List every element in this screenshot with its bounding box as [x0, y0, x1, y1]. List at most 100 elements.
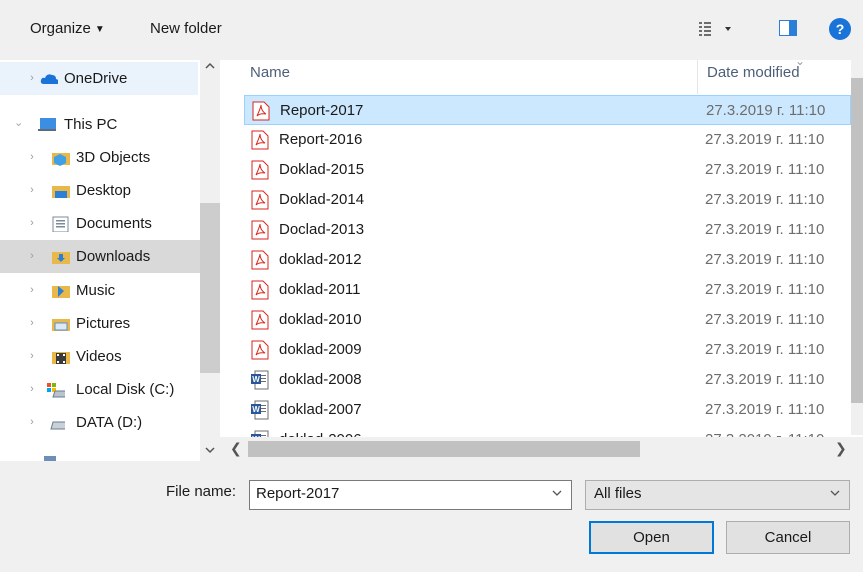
expand-chevron-icon[interactable]: › [26, 274, 38, 307]
cancel-button[interactable]: Cancel [726, 521, 850, 554]
file-name: Doklad-2015 [279, 161, 365, 178]
file-name: doklad-2012 [279, 251, 362, 268]
nav-scroll-thumb[interactable] [200, 203, 220, 373]
file-row[interactable]: doklad-2012 27.3.2019 г. 11:10 [244, 245, 851, 275]
file-row[interactable]: Report-2016 27.3.2019 г. 11:10 [244, 125, 851, 155]
file-date-modified: 27.3.2019 г. 11:10 [705, 221, 825, 238]
nav-item-documents[interactable]: › Documents [0, 207, 200, 240]
nav-item-label: DATA (D:) [76, 414, 143, 431]
svg-text:W: W [252, 375, 260, 384]
help-button[interactable]: ? [829, 18, 851, 40]
drive-icon [50, 421, 65, 430]
expand-chevron-icon[interactable]: › [26, 240, 38, 273]
nav-item-3d-objects[interactable]: › 3D Objects [0, 141, 200, 174]
sort-descending-chevron-icon: ⌄ [795, 60, 806, 68]
scroll-left-icon[interactable]: ❮ [230, 440, 242, 457]
file-row[interactable]: Wdoklad-2007 27.3.2019 г. 11:10 [244, 395, 851, 425]
nav-item-music[interactable]: › Music [0, 274, 200, 307]
nav-item-downloads[interactable]: › Downloads [0, 240, 200, 273]
file-date-modified: 27.3.2019 г. 11:10 [705, 311, 825, 328]
file-date-modified: 27.3.2019 г. 11:10 [705, 161, 825, 178]
scroll-down-icon[interactable] [204, 444, 216, 456]
column-header-date-modified[interactable]: Date modified [707, 60, 800, 95]
expand-chevron-icon[interactable]: › [26, 141, 38, 174]
file-type-filter-select[interactable]: All files [585, 480, 850, 510]
pdf-file-icon [251, 250, 269, 270]
chevron-down-icon[interactable] [551, 487, 563, 499]
scroll-right-icon[interactable]: ❯ [835, 440, 847, 457]
file-name-input[interactable] [256, 485, 546, 502]
file-date-modified: 27.3.2019 г. 11:10 [705, 401, 825, 418]
file-name: doklad-2009 [279, 341, 362, 358]
pdf-file-icon [252, 101, 270, 121]
file-name: doklad-2008 [279, 371, 362, 388]
nav-item-label: Downloads [76, 248, 151, 265]
file-row[interactable]: Report-2017 27.3.2019 г. 11:10 [244, 95, 851, 125]
nav-item-label: Pictures [76, 315, 131, 332]
collapse-chevron-icon[interactable]: › [2, 119, 35, 131]
videos-folder-icon [52, 352, 70, 364]
vertical-scroll-thumb[interactable] [851, 78, 863, 403]
expand-chevron-icon[interactable]: › [26, 307, 38, 340]
file-row[interactable]: doklad-2010 27.3.2019 г. 11:10 [244, 305, 851, 335]
navigation-pane[interactable]: › OneDrive › This PC › 3D Objects › Desk… [0, 60, 220, 461]
change-view-button[interactable] [697, 19, 737, 39]
nav-item-label: This PC [64, 116, 118, 133]
nav-item-videos[interactable]: › Videos [0, 340, 200, 373]
cloud-icon [40, 74, 58, 84]
file-date-modified: 27.3.2019 г. 11:10 [705, 251, 825, 268]
word-document-icon: W [251, 400, 269, 420]
column-divider[interactable] [697, 60, 698, 94]
nav-item-onedrive[interactable]: › OneDrive [0, 62, 198, 95]
system-drive-icon [47, 383, 65, 398]
nav-item-this-pc[interactable]: › This PC [0, 108, 200, 141]
file-date-modified: 27.3.2019 г. 11:10 [706, 102, 826, 119]
documents-folder-icon [52, 216, 69, 232]
nav-scrollbar[interactable] [200, 60, 220, 461]
file-name: Report-2017 [280, 102, 364, 119]
nav-item-label: Videos [76, 348, 122, 365]
expand-chevron-icon[interactable]: › [26, 406, 38, 439]
nav-item-pictures[interactable]: › Pictures [0, 307, 200, 340]
music-folder-icon [52, 286, 70, 298]
details-view-icon [699, 22, 731, 36]
expand-chevron-icon[interactable]: › [26, 174, 38, 207]
file-name-combobox[interactable] [249, 480, 572, 510]
pdf-file-icon [251, 220, 269, 240]
file-row[interactable]: Doklad-2015 27.3.2019 г. 11:10 [244, 155, 851, 185]
file-row[interactable]: Doklad-2014 27.3.2019 г. 11:10 [244, 185, 851, 215]
file-row[interactable]: Wdoklad-2008 27.3.2019 г. 11:10 [244, 365, 851, 395]
file-date-modified: 27.3.2019 г. 11:10 [705, 341, 825, 358]
open-button[interactable]: Open [589, 521, 714, 554]
pdf-file-icon [251, 340, 269, 360]
file-row[interactable]: doklad-2011 27.3.2019 г. 11:10 [244, 275, 851, 305]
3d-objects-folder-icon [52, 153, 70, 166]
file-date-modified: 27.3.2019 г. 11:10 [705, 131, 825, 148]
computer-icon [38, 118, 56, 131]
scroll-up-icon[interactable] [204, 60, 216, 72]
file-row[interactable]: Doclad-2013 27.3.2019 г. 11:10 [244, 215, 851, 245]
new-folder-button[interactable]: New folder [150, 18, 222, 40]
expand-chevron-icon[interactable]: › [26, 340, 38, 373]
file-list-horizontal-scrollbar[interactable]: ❮ ❯ [220, 437, 863, 461]
file-list-vertical-scrollbar[interactable] [851, 60, 863, 435]
expand-chevron-icon[interactable]: › [26, 207, 38, 240]
preview-pane-button[interactable] [779, 20, 797, 36]
nav-item-local-disk-c[interactable]: › Local Disk (C:) [0, 373, 200, 406]
file-row[interactable]: doklad-2009 27.3.2019 г. 11:10 [244, 335, 851, 365]
horizontal-scroll-thumb[interactable] [248, 441, 640, 457]
column-header-name[interactable]: Name [250, 60, 290, 95]
expand-chevron-icon[interactable]: › [26, 373, 38, 406]
file-date-modified: 27.3.2019 г. 11:10 [705, 191, 825, 208]
nav-item-label: Desktop [76, 182, 132, 199]
expand-chevron-icon[interactable]: › [26, 62, 38, 95]
organize-button[interactable]: Organize ▼ [30, 18, 105, 40]
network-icon [44, 456, 56, 461]
file-type-filter-value: All files [594, 485, 642, 502]
file-list[interactable]: Name Date modified ⌄ Report-2017 27.3.201… [220, 60, 863, 461]
nav-item-desktop[interactable]: › Desktop [0, 174, 200, 207]
view-dropdown-caret-icon [725, 27, 731, 31]
nav-item-label: OneDrive [64, 70, 128, 87]
nav-item-data-d[interactable]: › DATA (D:) [0, 406, 200, 439]
dialog-footer: File name: All files Open Cancel [0, 461, 863, 572]
